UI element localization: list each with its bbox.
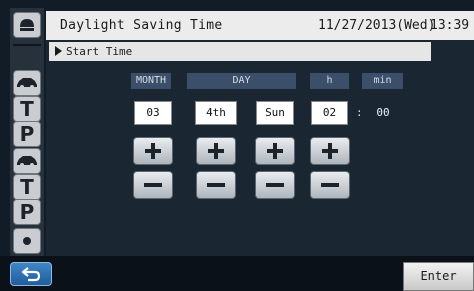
month-increment-button[interactable] [133,137,173,165]
back-button[interactable] [10,262,52,286]
column-header-minute: min [362,73,403,89]
month-value: 03 [134,101,172,125]
rail-letter-t2: T [20,175,34,199]
rail-letter-p2: P [19,200,35,224]
rail-button-t2[interactable]: T [13,174,41,200]
column-header-hour: h [310,73,349,89]
column-header-day: DAY [187,73,296,89]
weekday-increment-button[interactable] [255,137,295,165]
plus-icon [322,143,338,159]
section-label: Start Time [66,45,133,58]
rail-button-t1[interactable]: T [13,96,41,122]
eject-icon [20,19,34,31]
header-date: 11/27/2013(Wed) [318,18,436,33]
dot-icon [23,237,31,245]
minus-icon [321,183,339,187]
dot-button[interactable] [13,228,41,254]
plus-icon [208,143,224,159]
column-header-month: MONTH [131,73,171,89]
minus-icon [266,183,284,187]
week-increment-button[interactable] [196,137,236,165]
plus-icon [267,143,283,159]
hour-decrement-button[interactable] [310,171,350,199]
rail-letter-p1: P [19,122,35,146]
triangle-right-icon [55,46,62,56]
back-arrow-icon [21,267,41,282]
page-title: Daylight Saving Time [60,18,223,33]
section-header: Start Time [49,42,431,61]
enter-button[interactable]: Enter [403,262,474,291]
car-button-2[interactable] [13,148,41,174]
rail-button-p1[interactable]: P [13,121,41,147]
eject-button[interactable] [13,12,41,38]
car-button-1[interactable] [13,70,41,96]
plus-icon [145,143,161,159]
weekday-value: Sun [256,101,294,125]
minus-icon [144,183,162,187]
rail-button-p2[interactable]: P [13,199,41,225]
hour-increment-button[interactable] [310,137,350,165]
hour-value: 02 [311,101,348,125]
week-decrement-button[interactable] [196,171,236,199]
minus-icon [207,183,225,187]
car-icon [17,78,37,89]
minute-value: 00 [376,106,390,119]
week-value: 4th [195,101,237,125]
weekday-decrement-button[interactable] [255,171,295,199]
month-decrement-button[interactable] [133,171,173,199]
car-icon [17,156,37,167]
screen: T P T P Daylight Saving Time 11/27/2013(… [0,0,474,291]
title-bar: Daylight Saving Time 11/27/2013(Wed) 13:… [46,11,474,40]
rail-divider [13,44,41,46]
header-clock: 13:39 [430,18,470,33]
left-rail: T P T P [10,8,44,256]
rail-letter-t1: T [20,97,34,121]
time-separator: : [356,106,363,119]
